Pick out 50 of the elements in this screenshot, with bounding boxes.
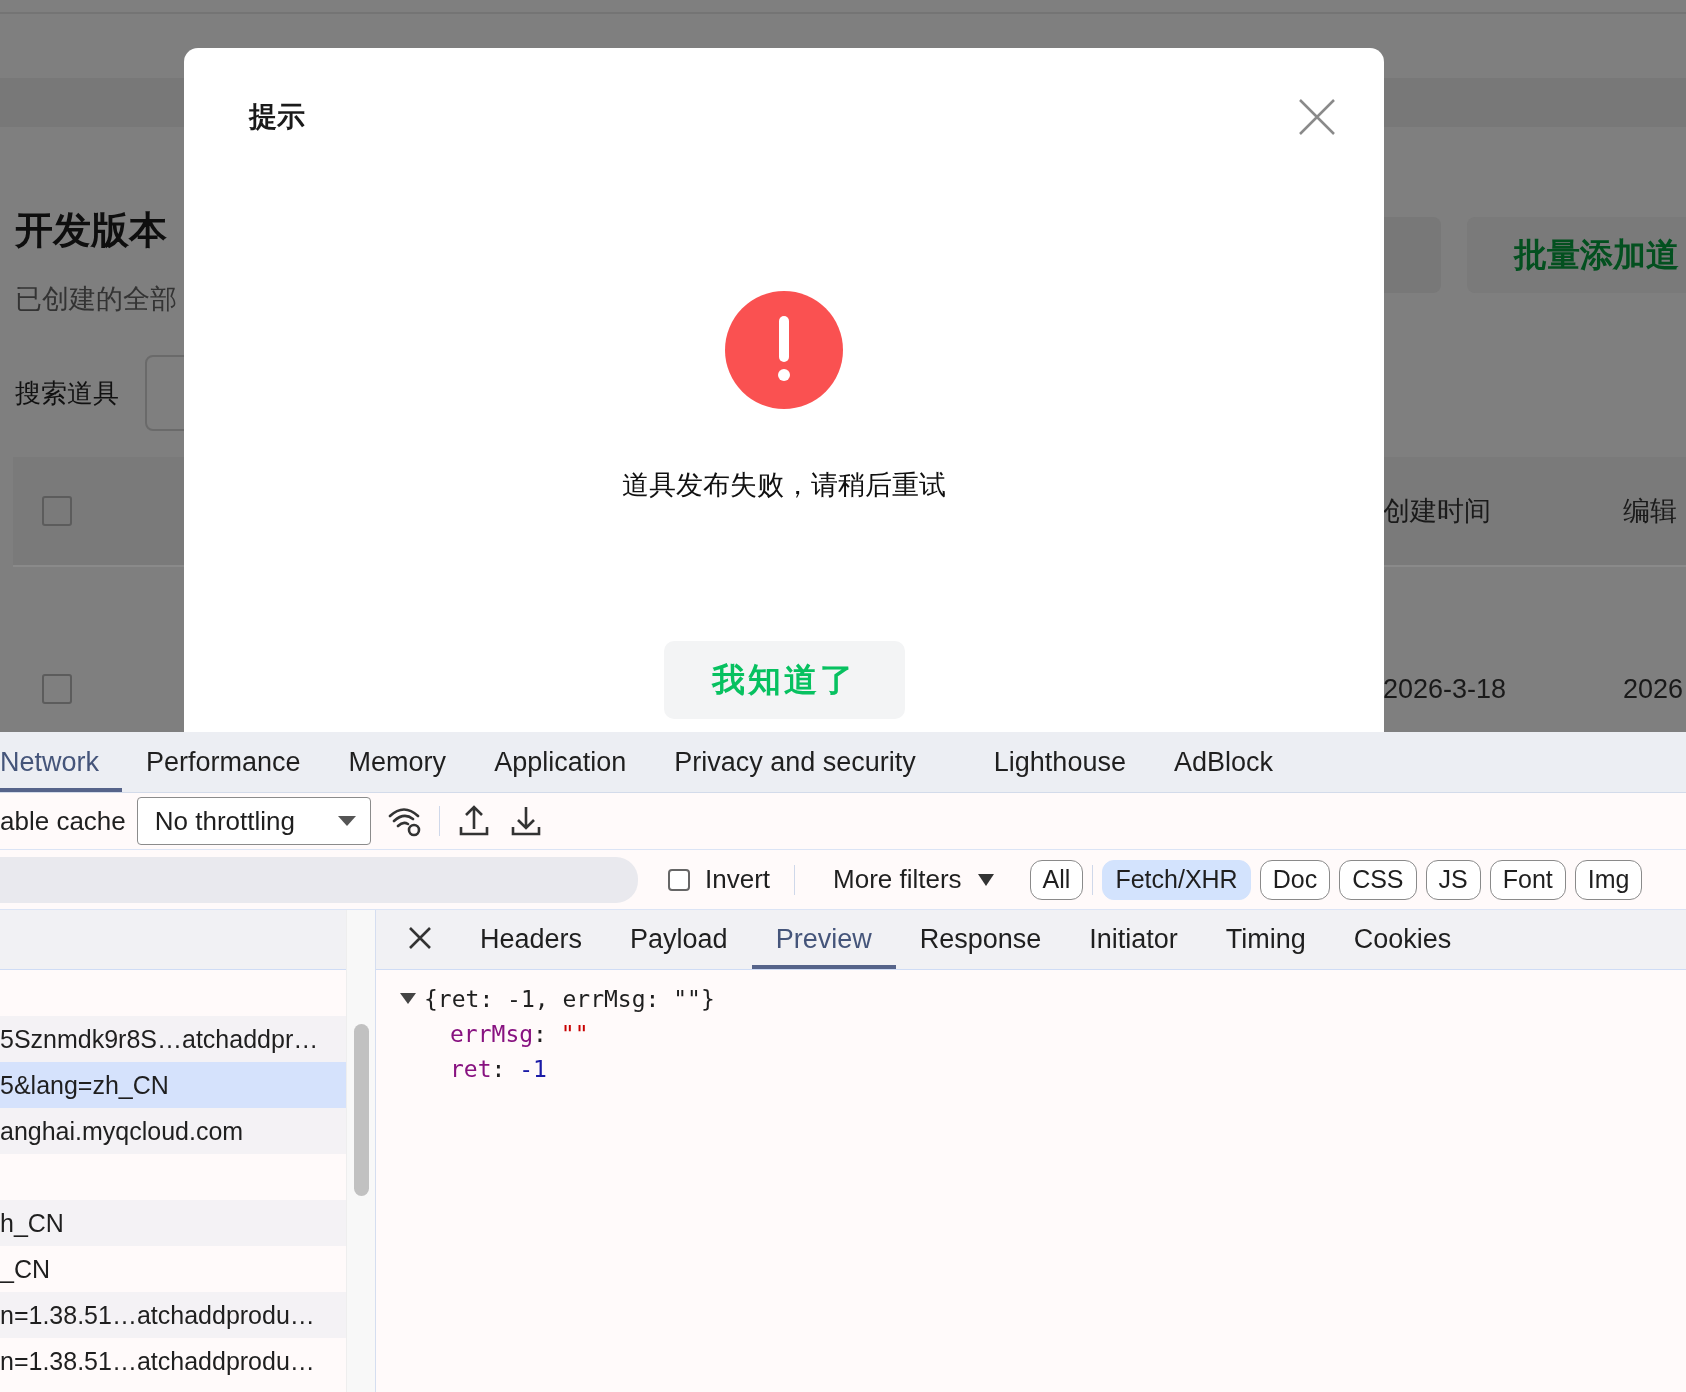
type-filter-chip[interactable]: Fetch/XHR (1102, 859, 1251, 900)
more-filters-button[interactable]: More filters (833, 864, 994, 895)
panel-tab[interactable]: Privacy and security (650, 732, 940, 792)
caret-icon (977, 873, 994, 886)
panel-tab[interactable]: AdBlock (1149, 732, 1297, 792)
detail-tab[interactable]: Preview (751, 910, 896, 969)
panel-tab[interactable]: Lighthouse (969, 732, 1150, 792)
detail-tab[interactable]: Payload (606, 910, 752, 969)
invert-label: Invert (705, 864, 771, 895)
cache-label: able cache (0, 805, 126, 837)
checkbox[interactable] (42, 674, 72, 704)
table-cell-text: 2026 (1623, 673, 1685, 705)
panel-tab[interactable]: Network (0, 732, 123, 792)
object-property: ret: -1 (449, 1056, 548, 1082)
throttling-select[interactable]: No throttling (136, 797, 371, 845)
table-cell-text: 2026-3-18 (1383, 673, 1508, 705)
type-filter-chip[interactable]: JS (1425, 859, 1481, 900)
request-row[interactable]: 5&lang=zh_CN (0, 1062, 346, 1108)
request-row[interactable]: h_CN (0, 1200, 346, 1246)
type-filter-chip[interactable]: CSS (1339, 859, 1417, 900)
request-row[interactable]: anghai.myqcloud.com (0, 1108, 346, 1154)
detail-tab[interactable]: Response (895, 910, 1066, 969)
column-header: 创建时间 (1383, 495, 1492, 528)
detail-tab[interactable]: Initiator (1065, 910, 1202, 969)
scrollbar-thumb[interactable] (353, 1024, 369, 1196)
expand-icon[interactable] (400, 993, 416, 1005)
request-row[interactable]: n=1.38.51…atchaddprodu… (0, 1292, 346, 1338)
page-title: 开发版本 (15, 208, 167, 253)
type-filter-chip[interactable]: Img (1574, 859, 1643, 900)
dialog-message: 道具发布失败，请稍后重试 (622, 469, 946, 502)
object-property: errMsg: "" (449, 1021, 590, 1047)
search-label: 搜索道具 (15, 376, 119, 410)
panel-tab[interactable]: Application (470, 732, 651, 792)
checkbox[interactable] (42, 496, 72, 526)
type-filter-chip[interactable]: All (1029, 859, 1084, 900)
caret-icon (337, 816, 356, 826)
panel-tab[interactable]: Memory (324, 732, 471, 792)
column-header: 编辑 (1623, 495, 1678, 528)
detail-tab[interactable]: Headers (456, 910, 607, 969)
request-row[interactable]: 5Sznmdk9r8S…atchaddpr… (0, 1016, 346, 1062)
dialog-title: 提示 (249, 100, 305, 134)
panel-tab[interactable]: Performance (122, 732, 325, 792)
type-filter-chip[interactable]: Font (1489, 859, 1566, 900)
page-subtitle: 已创建的全部 (15, 283, 177, 316)
type-filter-chip[interactable]: Doc (1259, 859, 1331, 900)
object-summary: {ret: -1, errMsg: ""} (424, 986, 715, 1012)
detail-tab[interactable]: Timing (1201, 910, 1330, 969)
error-icon (725, 291, 843, 409)
detail-tab[interactable]: Cookies (1329, 910, 1476, 969)
invert-checkbox[interactable] (668, 868, 690, 891)
